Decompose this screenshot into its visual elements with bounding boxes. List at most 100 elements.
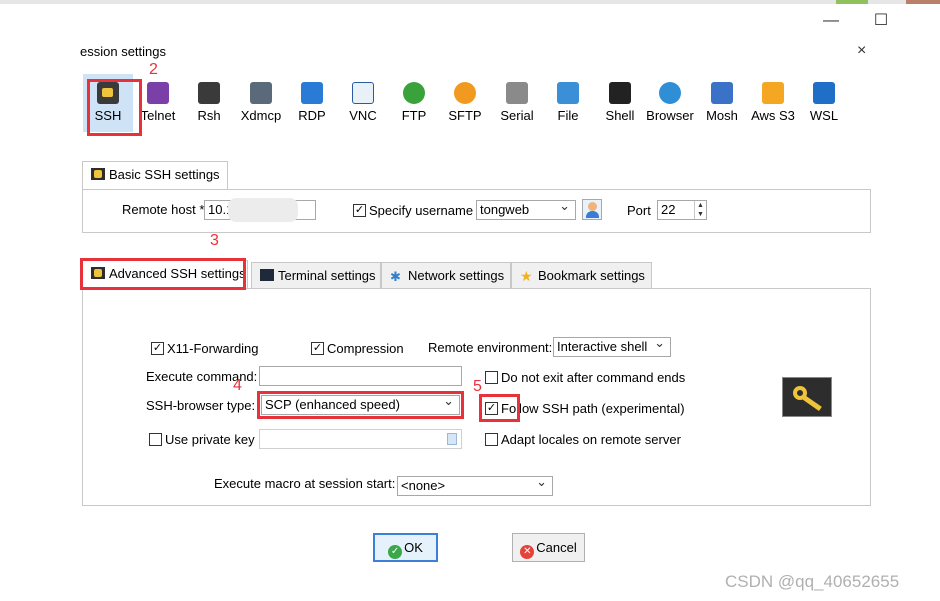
use-private-key-checkbox[interactable] [149,433,162,446]
adapt-locales-label: Adapt locales on remote server [501,432,681,447]
username-value: tongweb [480,202,530,217]
tab-label: Bookmark settings [538,268,645,283]
telnet-icon [147,82,169,104]
session-type-label: VNC [349,108,377,123]
session-type-vnc[interactable]: VNC [338,74,388,132]
adapt-locales-checkbox[interactable] [485,433,498,446]
cancel-icon: ✕ [520,545,535,559]
session-type-rdp[interactable]: RDP [287,74,337,132]
annotation-box [87,79,142,136]
session-type-label: Xdmcp [240,108,282,123]
session-type-wsl[interactable]: WSL [799,74,849,132]
session-type-aws-s3[interactable]: Aws S3 [748,74,798,132]
shell-icon [609,82,631,104]
aws-s3-icon [762,82,784,104]
session-type-label: File [557,108,579,123]
xdmcp-icon [250,82,272,104]
no-exit-checkbox[interactable] [485,371,498,384]
execute-macro-value: <none> [401,478,446,493]
specify-username-checkbox[interactable]: ✓ [353,204,366,217]
session-type-browser[interactable]: Browser [645,74,695,132]
blur-mask [228,198,298,222]
port-spinner[interactable]: ▲ ▼ [694,201,706,219]
session-type-file[interactable]: File [543,74,593,132]
tab-basic-ssh-settings[interactable]: Basic SSH settings [82,161,228,190]
tab-network-settings[interactable]: ✱ Network settings [381,262,511,290]
session-type-rsh[interactable]: Rsh [184,74,234,132]
key-icon [91,168,105,180]
session-type-shell[interactable]: Shell [595,74,645,132]
background-strip [0,0,940,4]
maximize-icon[interactable]: ☐ [870,10,892,32]
session-type-label: Browser [646,108,694,123]
username-select[interactable]: tongweb [476,197,576,220]
session-type-label: Aws S3 [751,108,795,123]
terminal-icon [260,269,274,281]
x11-forwarding-label: X11-Forwarding [167,341,259,356]
compression-label: Compression [327,341,404,356]
annotation-number: 5 [473,378,482,395]
serial-icon [506,82,528,104]
file-icon[interactable] [447,433,457,445]
session-type-label: SFTP [448,108,482,123]
vnc-icon [352,82,374,104]
port-input[interactable]: 22 ▲ ▼ [657,200,707,220]
network-icon: ✱ [390,269,401,284]
minimize-icon[interactable]: — [820,10,842,32]
execute-macro-select[interactable]: <none> [397,473,553,496]
x11-forwarding-checkbox[interactable]: ✓ [151,342,164,355]
ok-button[interactable]: ✓ OK [373,533,438,562]
watermark: CSDN @qq_40652655 [725,572,900,591]
annotation-number: 4 [233,377,242,394]
session-type-label: RDP [298,108,326,123]
key-icon [782,377,832,417]
tab-label: Network settings [408,268,505,283]
port-label: Port [627,203,651,218]
session-type-mosh[interactable]: Mosh [697,74,747,132]
session-type-label: Rsh [197,108,221,123]
remote-host-label: Remote host * [122,202,205,217]
annotation-box [479,394,520,422]
sftp-icon [454,82,476,104]
port-value: 22 [661,202,676,217]
session-type-label: Mosh [706,108,738,123]
tab-bookmark-settings[interactable]: ★ Bookmark settings [511,262,652,290]
dialog-title: ession settings [80,44,166,59]
file-icon [557,82,579,104]
session-type-label: FTP [401,108,427,123]
wsl-icon [813,82,835,104]
check-icon: ✓ [388,545,403,559]
remote-environment-value: Interactive shell [557,339,648,354]
execute-command-input[interactable] [259,366,462,386]
mosh-icon [711,82,733,104]
annotation-box [80,258,246,290]
browser-icon [659,82,681,104]
session-type-xdmcp[interactable]: Xdmcp [236,74,286,132]
remote-environment-select[interactable]: Interactive shell [553,334,671,357]
private-key-input[interactable] [259,429,462,449]
annotation-box [257,391,464,419]
session-type-label: Shell [605,108,635,123]
background-chip [836,0,868,4]
tab-label: Terminal settings [278,268,376,283]
session-type-label: WSL [809,108,839,123]
tab-label: Basic SSH settings [109,167,220,182]
specify-username-label: Specify username [369,203,474,218]
user-manager-icon[interactable] [582,199,602,220]
rdp-icon [301,82,323,104]
remote-environment-label: Remote environment: [428,340,553,355]
ftp-icon [403,82,425,104]
background-chip [906,0,940,4]
session-type-ftp[interactable]: FTP [389,74,439,132]
session-type-sftp[interactable]: SFTP [440,74,490,132]
session-type-serial[interactable]: Serial [492,74,542,132]
annotation-number: 3 [210,232,219,249]
star-icon: ★ [520,268,533,284]
tab-terminal-settings[interactable]: Terminal settings [251,262,381,290]
cancel-button[interactable]: ✕ Cancel [512,533,585,562]
close-icon[interactable]: × [857,42,866,60]
cancel-button-label: Cancel [536,540,577,555]
compression-checkbox[interactable]: ✓ [311,342,324,355]
ok-button-label: OK [404,540,423,555]
rsh-icon [198,82,220,104]
